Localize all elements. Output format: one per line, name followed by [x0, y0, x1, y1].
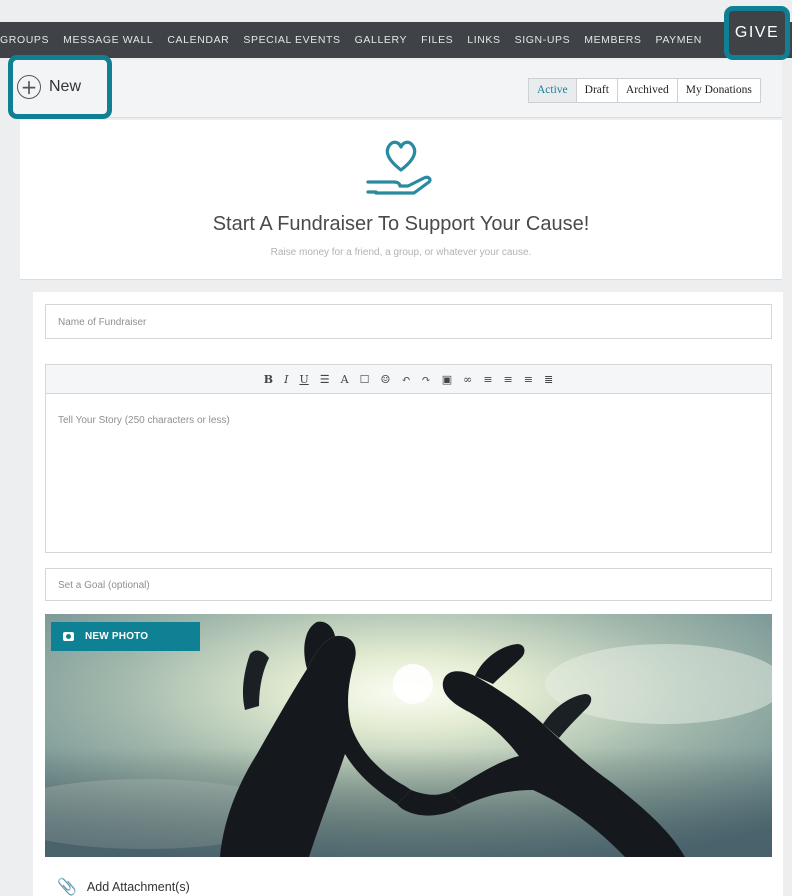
- nav-item-files[interactable]: FILES: [421, 34, 453, 46]
- story-placeholder: Tell Your Story (250 characters or less): [58, 415, 230, 426]
- fundraiser-form: Name of Fundraiser B I U ☰ A ☐ ☺ ↶ ↷ ▣ ∞…: [33, 292, 783, 896]
- fundraiser-name-input[interactable]: Name of Fundraiser: [45, 304, 772, 339]
- emoji-icon[interactable]: ☺: [380, 373, 390, 386]
- new-photo-button[interactable]: NEW PHOTO: [51, 622, 200, 651]
- nav-item-groups[interactable]: GROUPS: [0, 34, 49, 46]
- hero-subtitle: Raise money for a friend, a group, or wh…: [270, 247, 532, 258]
- plus-circle-icon: +: [17, 75, 41, 99]
- add-attachment-label: Add Attachment(s): [86, 879, 190, 894]
- bold-icon[interactable]: B: [264, 373, 273, 386]
- cover-photo: NEW PHOTO: [45, 614, 772, 857]
- fundraiser-hero: Start A Fundraiser To Support Your Cause…: [20, 120, 782, 280]
- link-icon[interactable]: ∞: [463, 373, 472, 386]
- italic-icon[interactable]: I: [284, 373, 288, 386]
- status-filter-tabs: Active Draft Archived My Donations: [528, 78, 761, 103]
- align-left-icon[interactable]: ≡: [483, 373, 492, 386]
- add-attachment-link[interactable]: 📎 Add Attachment(s): [57, 877, 190, 896]
- tab-archived[interactable]: Archived: [616, 79, 677, 102]
- nav-item-links[interactable]: LINKS: [467, 34, 500, 46]
- image-icon[interactable]: ▣: [442, 373, 452, 386]
- fundraiser-name-placeholder: Name of Fundraiser: [58, 317, 147, 328]
- nav-item-message-wall[interactable]: MESSAGE WALL: [63, 34, 153, 46]
- tab-my-donations[interactable]: My Donations: [676, 79, 760, 102]
- nav-item-special-events[interactable]: SPECIAL EVENTS: [243, 34, 340, 46]
- editor-toolbar: B I U ☰ A ☐ ☺ ↶ ↷ ▣ ∞ ≡ ≡ ≡ ≣: [46, 365, 771, 394]
- align-right-icon[interactable]: ≡: [524, 373, 533, 386]
- nav-item-calendar[interactable]: CALENDAR: [167, 34, 229, 46]
- nav-item-payments[interactable]: PAYMEN: [656, 34, 702, 46]
- goal-input[interactable]: Set a Goal (optional): [45, 568, 772, 601]
- align-justify-icon[interactable]: ≣: [544, 373, 553, 386]
- background-color-icon[interactable]: ☐: [360, 373, 370, 386]
- hero-title: Start A Fundraiser To Support Your Cause…: [212, 213, 590, 235]
- new-button-label: New: [49, 78, 82, 95]
- tab-draft[interactable]: Draft: [575, 79, 617, 102]
- give-nav-button[interactable]: GIVE: [724, 6, 790, 60]
- list-icon[interactable]: ☰: [320, 373, 330, 386]
- nav-item-members[interactable]: MEMBERS: [584, 34, 641, 46]
- tab-active[interactable]: Active: [529, 79, 576, 102]
- underline-icon[interactable]: U: [299, 373, 308, 386]
- goal-placeholder: Set a Goal (optional): [58, 580, 150, 591]
- undo-icon[interactable]: ↶: [401, 373, 410, 386]
- top-navigation: GROUPS MESSAGE WALL CALENDAR SPECIAL EVE…: [0, 22, 792, 58]
- redo-icon[interactable]: ↷: [422, 373, 431, 386]
- new-fundraiser-button[interactable]: + New: [8, 55, 112, 119]
- nav-item-gallery[interactable]: GALLERY: [355, 34, 407, 46]
- heart-hand-icon: [366, 140, 432, 195]
- new-photo-label: NEW PHOTO: [85, 631, 149, 642]
- story-editor[interactable]: B I U ☰ A ☐ ☺ ↶ ↷ ▣ ∞ ≡ ≡ ≡ ≣ Tell Your …: [45, 364, 772, 553]
- camera-icon: [63, 632, 74, 641]
- paperclip-icon: 📎: [57, 877, 77, 896]
- nav-item-sign-ups[interactable]: SIGN-UPS: [515, 34, 571, 46]
- font-color-icon[interactable]: A: [341, 373, 349, 386]
- align-center-icon[interactable]: ≡: [504, 373, 513, 386]
